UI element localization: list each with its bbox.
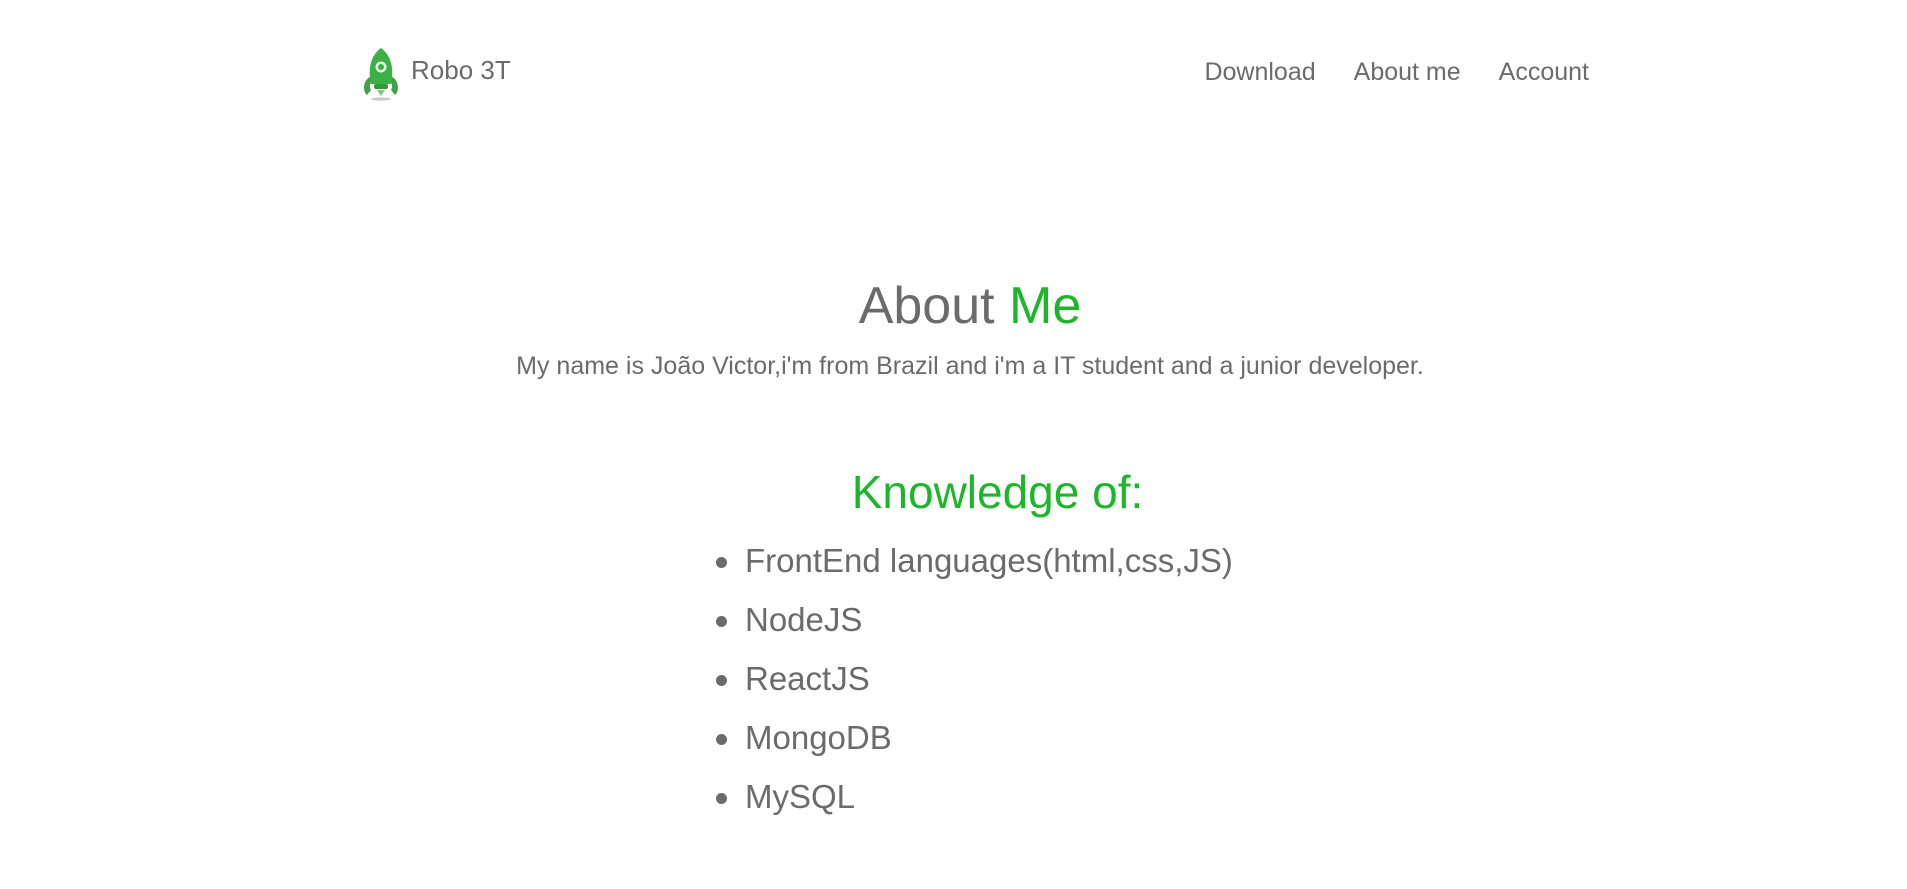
bullet-icon [716,557,727,568]
about-description: My name is João Victor,i'm from Brazil a… [516,352,1424,380]
list-item: MySQL [716,771,1233,830]
about-section: About Me My name is João Victor,i'm from… [0,270,1907,382]
skill-label: FrontEnd languages(html,css,JS) [745,542,1233,579]
brand-link[interactable]: Robo 3T [360,46,511,102]
brand-name: Robo 3T [411,54,511,85]
knowledge-section: Knowledge of: [0,458,1907,526]
bullet-icon [716,616,727,627]
about-title: About Me [0,270,1907,342]
skill-label: MySQL [745,778,856,815]
skill-label: NodeJS [745,601,863,638]
knowledge-list: FrontEnd languages(html,css,JS) NodeJS R… [716,535,1233,830]
skill-label: ReactJS [745,660,870,697]
site-header: Robo 3T Download About me Account [0,0,1907,140]
bullet-icon [716,734,727,745]
about-title-prefix: About [858,277,1010,335]
bullet-icon [716,675,727,686]
list-item: ReactJS [716,653,1233,712]
robo-3t-logo-icon [364,48,398,101]
list-item: NodeJS [716,594,1233,653]
nav-about-me-link[interactable]: About me [1354,58,1461,87]
about-title-highlight: Me [1009,277,1082,335]
nav-download-link[interactable]: Download [1204,58,1315,87]
nav-account-link[interactable]: Account [1499,58,1589,87]
main-nav: Download About me Account [1204,58,1589,87]
list-item: FrontEnd languages(html,css,JS) [716,535,1233,594]
knowledge-title: Knowledge of: [851,466,1144,518]
bullet-icon [716,793,727,804]
list-item: MongoDB [716,712,1233,771]
skill-label: MongoDB [745,719,892,756]
